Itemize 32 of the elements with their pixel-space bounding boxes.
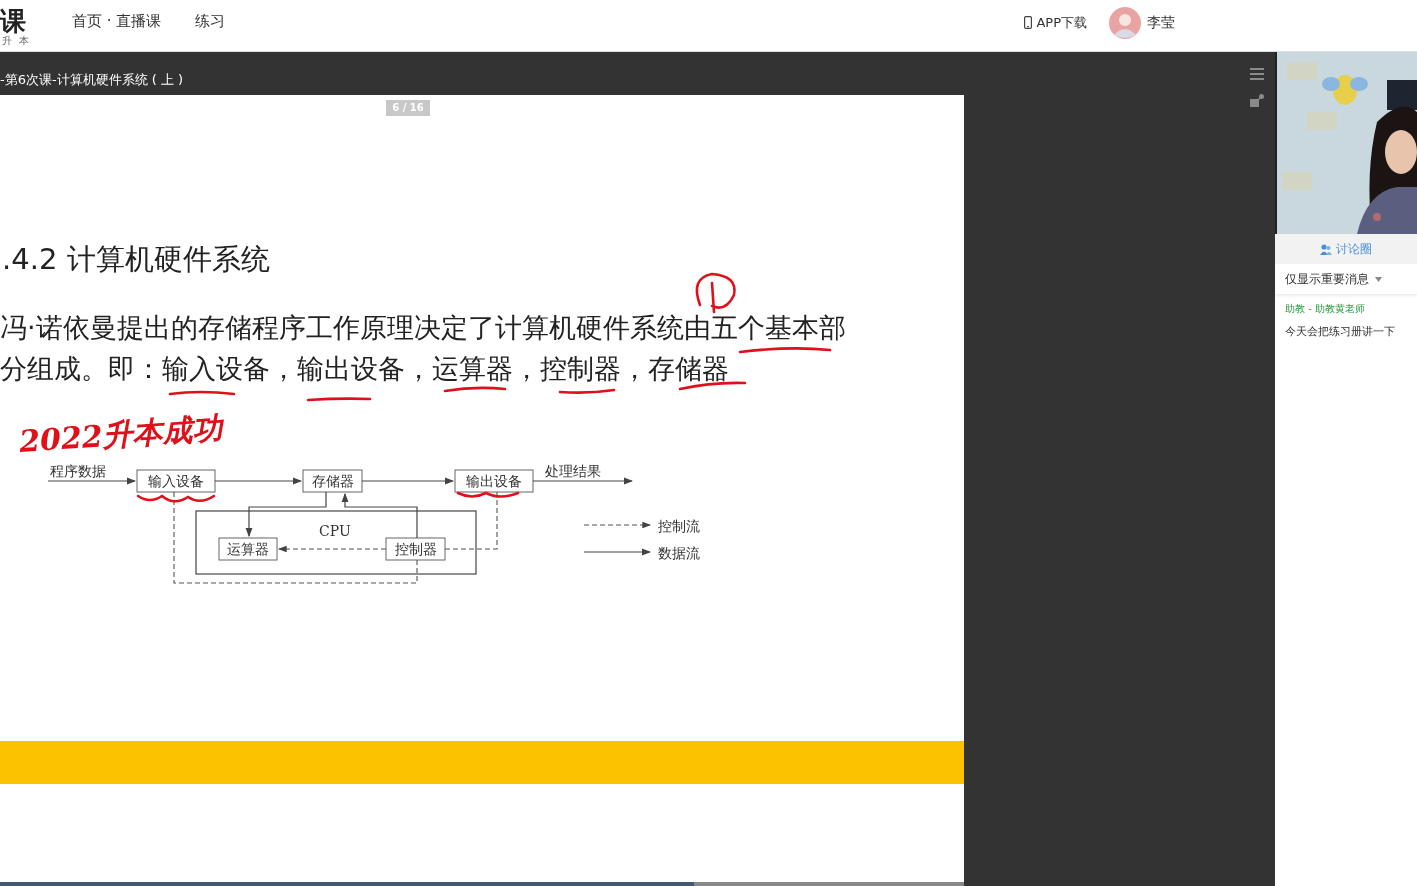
- logo-text: 课: [0, 7, 26, 35]
- screen-share-icon[interactable]: [1250, 94, 1264, 107]
- logo-subtitle: 升 本: [2, 35, 32, 46]
- diagram-node: 运算器: [218, 537, 278, 561]
- nav-link[interactable]: 首页 · 直播课: [72, 12, 162, 31]
- cpu-label: CPU: [319, 523, 351, 539]
- message-text: 今天会把练习册讲一下: [1285, 324, 1396, 339]
- legend-label: 控制流: [658, 518, 700, 534]
- people-icon: [1320, 243, 1332, 255]
- app-download-link[interactable]: APP下载: [1024, 13, 1087, 32]
- slide-heading: .4.2 计算机硬件系统: [2, 241, 270, 278]
- diagram-label: 处理结果: [545, 463, 601, 479]
- phone-icon: [1024, 16, 1033, 29]
- legend-label: 数据流: [658, 545, 700, 561]
- nav-link[interactable]: 练习: [195, 12, 226, 31]
- user-name[interactable]: 李莹: [1147, 13, 1175, 32]
- handwritten-note: 2022升本成功: [18, 409, 224, 459]
- menu-icon[interactable]: [1250, 68, 1264, 80]
- caret-icon: [1375, 276, 1382, 282]
- legend-dashed-arrow: [583, 521, 652, 529]
- diagram-node: 存储器: [302, 469, 363, 493]
- diagram-node: 输入设备: [136, 469, 216, 493]
- diagram-node: 输出设备: [454, 469, 534, 493]
- message-filter-dropdown[interactable]: 仅显示重要消息: [1275, 264, 1417, 294]
- avatar-icon[interactable]: [1109, 6, 1141, 39]
- lesson-title: -第6次课-计算机硬件系统 ( 上 ): [0, 71, 184, 89]
- diagram-node: 控制器: [385, 537, 446, 561]
- legend-solid-arrow: [583, 548, 652, 556]
- message-sender: 助教 - 助教黄老师: [1285, 302, 1366, 316]
- control-flow-line: [444, 491, 498, 550]
- slide-paragraph: 冯·诺依曼提出的存储程序工作原理决定了计算机硬件系统由五个基本部分组成。即：输入设备，输出设备，运算器，控制器，存储器: [0, 311, 847, 386]
- diagram-label: 程序数据: [50, 463, 106, 479]
